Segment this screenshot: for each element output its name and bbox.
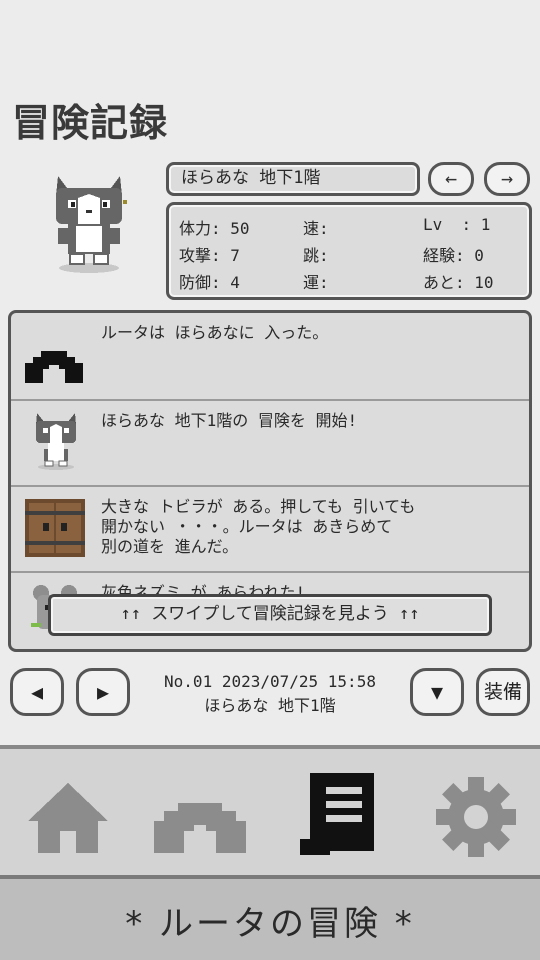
tab-home[interactable] [18, 773, 118, 859]
scroll-icon [300, 773, 374, 855]
home-icon [28, 783, 108, 853]
tab-record[interactable] [290, 773, 390, 859]
log-message: 大きな トビラが ある。押しても 引いても 開かない ・・・。ルータは あきらめ… [101, 497, 416, 556]
gear-icon [436, 777, 516, 857]
cat-portrait-icon [56, 176, 127, 273]
next-record-button[interactable]: ▶ [76, 668, 130, 716]
app-title-footer: * ルータの冒険 * [0, 875, 540, 960]
stat-speed: 速: [303, 219, 329, 238]
tab-settings[interactable] [426, 773, 526, 859]
cat-icon [36, 413, 76, 470]
log-entry: 大きな トビラが ある。押しても 引いても 開かない ・・・。ルータは あきらめ… [11, 487, 529, 573]
log-message: ルータは ほらあなに 入った。 [101, 323, 329, 342]
door-icon [25, 499, 85, 557]
swipe-hint-banner[interactable]: ↑↑ スワイプして冒険記録を見よう ↑↑ [48, 594, 492, 636]
stat-attack: 攻撃: 7 [179, 246, 240, 265]
log-entry: ほらあな 地下1階の 冒険を 開始! [11, 401, 529, 487]
stat-hp: 体力: 50 [179, 219, 250, 238]
tab-bar [0, 745, 540, 875]
cave-icon [25, 351, 83, 383]
cave-icon [154, 803, 246, 853]
location-name: ほらあな 地下1階 [166, 162, 420, 196]
page-title: 冒険記録 [12, 101, 169, 145]
stat-defense: 防御: 4 [179, 273, 240, 292]
stat-exp: 経験: 0 [423, 246, 484, 265]
record-info: No.01 2023/07/25 15:58 ほらあな 地下1階 [140, 670, 400, 718]
log-entry: ルータは ほらあなに 入った。 [11, 313, 529, 401]
stats-panel: 体力: 50 速: Lv : 1 攻撃: 7 跳: 経験: 0 防御: 4 運:… [166, 202, 532, 300]
equip-button[interactable]: 装備 [476, 668, 530, 716]
scroll-down-button[interactable]: ▼ [410, 668, 464, 716]
log-message: ほらあな 地下1階の 冒険を 開始! [101, 411, 358, 430]
stat-remaining: あと: 10 [423, 273, 494, 292]
stat-level: Lv : 1 [423, 215, 491, 234]
next-location-button[interactable]: → [484, 162, 530, 196]
prev-location-button[interactable]: ← [428, 162, 474, 196]
record-location: ほらあな 地下1階 [204, 696, 336, 715]
stat-jump: 跳: [303, 246, 329, 265]
record-number-date: No.01 2023/07/25 15:58 [164, 672, 376, 691]
tab-dungeon[interactable] [150, 773, 250, 859]
stat-luck: 運: [303, 273, 329, 292]
prev-record-button[interactable]: ◀ [10, 668, 64, 716]
